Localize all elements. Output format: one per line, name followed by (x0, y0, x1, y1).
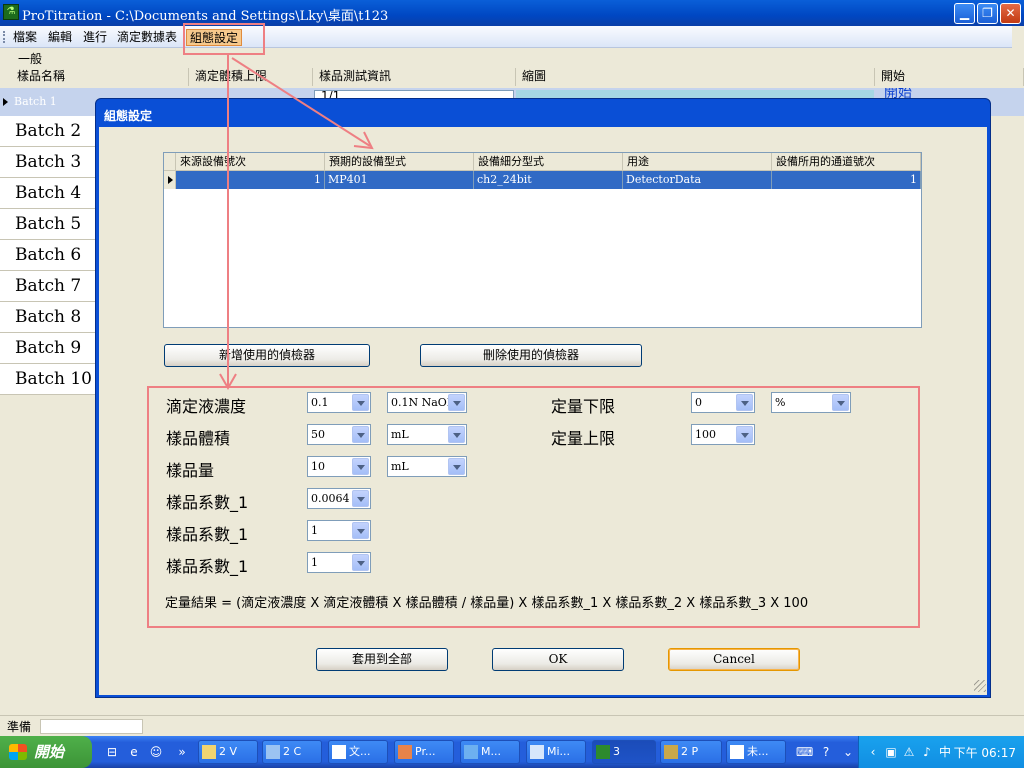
document-icon (332, 745, 346, 759)
protitration-icon (596, 745, 610, 759)
status-text: 準備 (7, 720, 32, 734)
app-icon (664, 745, 678, 759)
task-label: Mi... (547, 745, 571, 758)
warning-icon[interactable]: ⚠ (901, 744, 917, 760)
annotation-menu-box (183, 23, 265, 55)
status-field (40, 719, 143, 734)
chevron-down-icon[interactable]: ⌄ (840, 744, 856, 760)
ie-icon (464, 745, 478, 759)
messenger-icon[interactable]: ☺ (148, 744, 164, 760)
window-icon (530, 745, 544, 759)
status-bar: 準備 (0, 715, 1024, 735)
task-button[interactable]: 未... (726, 740, 786, 764)
folder-icon (202, 745, 216, 759)
windows-logo-icon (9, 744, 27, 760)
desktop-icon[interactable]: ⊟ (104, 744, 120, 760)
start-label: 開始 (34, 743, 65, 761)
task-button[interactable]: 2 P (660, 740, 722, 764)
task-button[interactable]: 文... (328, 740, 388, 764)
task-label: M... (481, 745, 501, 758)
chevron-right-icon[interactable]: » (174, 744, 190, 760)
help-icon[interactable]: ? (818, 744, 834, 760)
chevron-left-icon[interactable]: ‹ (865, 744, 881, 760)
task-label: 2 V (219, 745, 238, 758)
task-button[interactable]: M... (460, 740, 520, 764)
task-label: 文... (349, 745, 371, 758)
task-button[interactable]: Pr... (394, 740, 454, 764)
window-icon (266, 745, 280, 759)
task-label: 2 P (681, 745, 699, 758)
keyboard-icon[interactable]: ⌨ (796, 744, 813, 760)
system-tray: ‹ ▣ ⚠ ♪ 中 下午 06:17 (858, 736, 1024, 768)
start-button[interactable]: 開始 (0, 736, 92, 768)
task-button[interactable]: 2 C (262, 740, 322, 764)
ie-icon[interactable]: e (126, 744, 142, 760)
task-button[interactable]: 2 V (198, 740, 258, 764)
notepad-icon (730, 745, 744, 759)
task-button[interactable]: 3 (592, 740, 656, 764)
app-icon (398, 745, 412, 759)
task-label: 2 C (283, 745, 302, 758)
network-icon[interactable]: ▣ (883, 744, 899, 760)
clock: 下午 06:17 (953, 746, 1016, 760)
task-label: 未... (747, 745, 769, 758)
task-button[interactable]: Mi... (526, 740, 586, 764)
language-icon[interactable]: 中 (937, 744, 953, 760)
annotation-arrows (183, 23, 374, 391)
task-label: Pr... (415, 745, 436, 758)
speaker-icon[interactable]: ♪ (919, 744, 935, 760)
taskbar: 開始 ⊟ e ☺ » 2 V 2 C 文... Pr... M... Mi...… (0, 736, 1024, 768)
annotation-arrow-diagonal (231, 57, 371, 147)
task-label: 3 (613, 745, 620, 758)
